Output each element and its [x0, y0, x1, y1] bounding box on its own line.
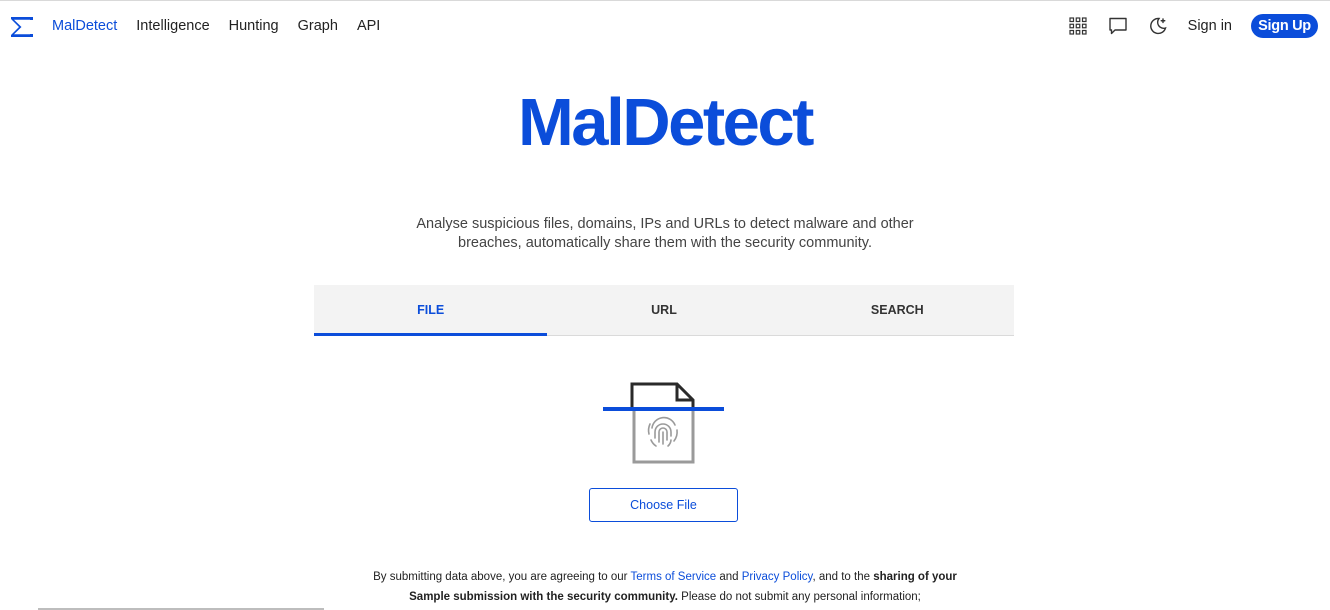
dark-mode-moon-icon[interactable] [1147, 15, 1169, 37]
sigma-logo-icon[interactable] [10, 15, 34, 39]
chat-bubble-icon[interactable] [1107, 15, 1129, 37]
sign-up-button[interactable]: Sign Up [1251, 14, 1318, 38]
disclaimer-bold: Sample submission with the security comm… [409, 591, 678, 603]
terms-disclaimer: By submitting data above, you are agreei… [340, 567, 990, 607]
tagline: Analyse suspicious files, domains, IPs a… [415, 215, 915, 253]
disclaimer-text: and [716, 571, 742, 583]
sign-in-link[interactable]: Sign in [1188, 18, 1232, 34]
choose-file-button[interactable]: Choose File [589, 488, 738, 522]
disclaimer-bold: sharing of your [873, 571, 957, 583]
nav-link-maldetect[interactable]: MalDetect [52, 18, 117, 34]
nav-link-intelligence[interactable]: Intelligence [136, 18, 209, 34]
disclaimer-text: Please do not submit any personal inform… [677, 591, 921, 603]
disclaimer-text: By submitting data above, you are agreei… [373, 571, 631, 583]
tab-file[interactable]: FILE [314, 285, 548, 336]
tagline-line-2: breaches, automatically share them with … [458, 235, 872, 251]
tab-url[interactable]: URL [547, 285, 780, 335]
tab-search[interactable]: SEARCH [781, 285, 1014, 335]
nav-link-api[interactable]: API [357, 18, 380, 34]
nav-actions: Sign in Sign Up [1067, 13, 1318, 39]
nav-links: MalDetect Intelligence Hunting Graph API [52, 18, 380, 34]
tab-bar: FILE URL SEARCH [314, 285, 1014, 336]
privacy-policy-link[interactable]: Privacy Policy [742, 571, 813, 583]
nav-link-graph[interactable]: Graph [298, 18, 338, 34]
top-navigation: MalDetect Intelligence Hunting Graph API… [0, 1, 1330, 51]
tagline-line-1: Analyse suspicious files, domains, IPs a… [416, 216, 914, 232]
nav-link-hunting[interactable]: Hunting [229, 18, 279, 34]
disclaimer-text: , and to the [812, 571, 874, 583]
fingerprint-file-icon [600, 380, 726, 468]
apps-grid-icon[interactable] [1067, 15, 1089, 37]
terms-of-service-link[interactable]: Terms of Service [631, 571, 717, 583]
hero-title: MalDetect [518, 85, 814, 160]
